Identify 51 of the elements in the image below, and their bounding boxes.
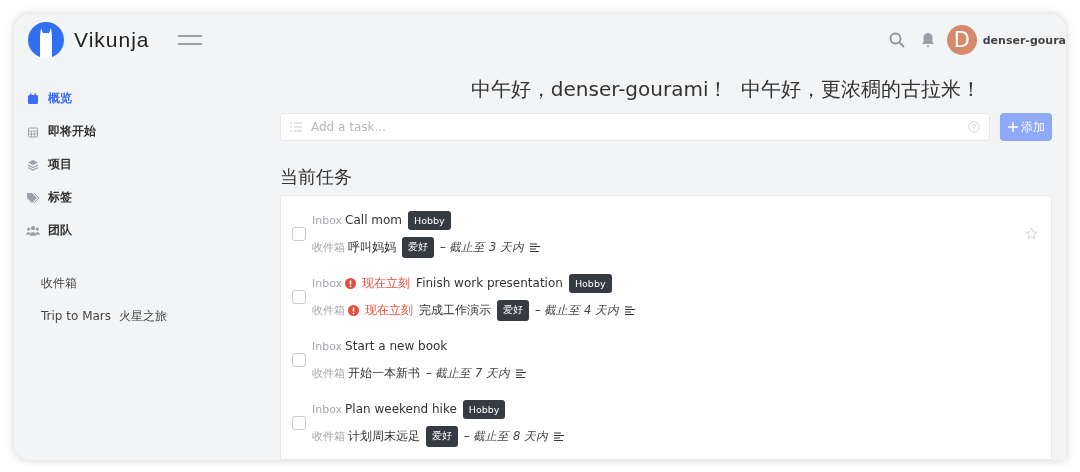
task-label: 爱好: [497, 299, 529, 321]
nav-item[interactable]: 概览: [26, 82, 280, 115]
task-title[interactable]: 呼叫妈妈: [348, 238, 396, 256]
task-label: 爱好: [402, 236, 434, 258]
menu-icon[interactable]: [177, 35, 202, 45]
task-title[interactable]: 开始一本新书: [348, 364, 420, 382]
task-title[interactable]: Plan weekend hike: [345, 402, 457, 416]
due-date: – 截止至 4 天内: [535, 302, 620, 318]
list-icon: [290, 122, 302, 132]
due-date: – 截止至 3 天内: [440, 239, 525, 255]
priority-text: 现在立刻: [362, 274, 411, 292]
task-title[interactable]: 完成工作演示: [419, 301, 491, 319]
layers-icon: [27, 158, 39, 171]
task-label: Hobby: [408, 210, 451, 230]
due-date: – 截止至 7 天内: [426, 365, 511, 381]
nav-item[interactable]: 团队: [26, 214, 280, 247]
llama-logo-icon: [28, 22, 64, 58]
nav-item[interactable]: 即将开始: [26, 115, 280, 148]
due-date: – 截止至 8 天内: [464, 428, 549, 444]
task-title[interactable]: Start a new book: [345, 339, 448, 353]
project-link[interactable]: 收件箱: [41, 267, 280, 300]
task-checkbox[interactable]: [292, 226, 306, 241]
add-task-field[interactable]: Add a task...: [280, 113, 990, 141]
calendar-icon: [27, 125, 39, 138]
plus-icon: [1007, 119, 1018, 135]
task-label: Hobby: [462, 399, 506, 419]
help-icon[interactable]: [968, 121, 980, 133]
users-icon: [26, 225, 40, 236]
calendar-icon: [27, 92, 39, 105]
search-icon[interactable]: [888, 32, 905, 48]
task-title[interactable]: Finish work presentation: [416, 276, 563, 290]
app-name: Vikunja: [74, 28, 150, 52]
task-checkbox[interactable]: [292, 415, 306, 430]
task-label: Hobby: [568, 273, 612, 293]
greeting: 中午好，denser-gourami！ 中午好，更浓稠的古拉米！: [469, 76, 983, 103]
alert-icon: [348, 304, 359, 316]
project-link[interactable]: Trip to Mars 火星之旅: [41, 300, 280, 333]
task-label: 爱好: [426, 425, 458, 447]
task-title[interactable]: Call mom: [345, 213, 403, 227]
task-checkbox[interactable]: [292, 289, 306, 304]
star-icon[interactable]: [1024, 227, 1038, 240]
nav-item[interactable]: 项目: [26, 148, 280, 181]
task-title[interactable]: 计划周末远足: [348, 427, 420, 445]
nav-item[interactable]: 标签: [26, 181, 280, 214]
bell-icon[interactable]: [920, 32, 935, 48]
task-checkbox[interactable]: [292, 352, 306, 367]
tag-icon: [26, 191, 40, 204]
section-title: 当前任务: [280, 165, 353, 189]
user-name[interactable]: denser-goura: [982, 33, 1066, 47]
priority-text: 现在立刻: [365, 301, 413, 319]
alert-icon: [345, 277, 357, 289]
